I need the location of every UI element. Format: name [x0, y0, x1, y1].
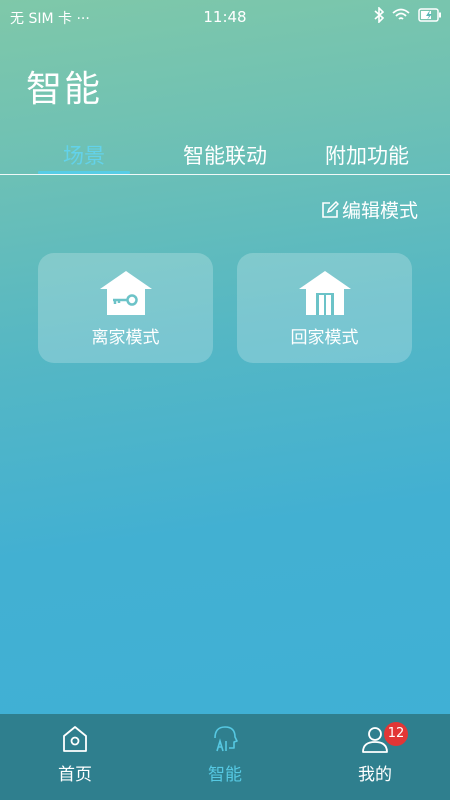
- nav-label: 智能: [208, 765, 242, 785]
- status-bar: 无 SIM 卡 ··· 11:48: [0, 0, 450, 32]
- bluetooth-icon: [374, 7, 384, 23]
- page-title: 智能: [26, 69, 103, 110]
- edit-mode-button[interactable]: 编辑模式: [321, 196, 418, 223]
- tab-bar: 场景 智能联动 附加功能: [0, 140, 450, 176]
- home-icon: [63, 726, 87, 752]
- ai-icon: [214, 726, 238, 752]
- tab-smart-linkage[interactable]: 智能联动: [170, 140, 280, 174]
- scene-card-return-home[interactable]: 回家模式: [237, 253, 412, 363]
- nav-label: 首页: [58, 765, 92, 785]
- house-door-icon: [299, 271, 351, 315]
- nav-home[interactable]: 首页: [0, 714, 150, 800]
- notification-badge: 12: [384, 722, 408, 746]
- nav-mine[interactable]: 12 我的: [300, 714, 450, 800]
- tab-additional-features[interactable]: 附加功能: [312, 140, 422, 174]
- nav-label: 我的: [358, 765, 392, 785]
- wifi-icon: [392, 8, 410, 20]
- edit-icon: [322, 200, 339, 218]
- bottom-nav: 首页 智能 12 我的: [0, 714, 450, 800]
- scene-label: 离家模式: [91, 328, 160, 348]
- house-key-icon: [100, 271, 152, 315]
- tab-scenes[interactable]: 场景: [34, 140, 134, 174]
- status-icons: [374, 7, 442, 23]
- edit-mode-label: 编辑模式: [341, 200, 418, 222]
- tabs-divider: [0, 174, 450, 175]
- scene-card-leave-home[interactable]: 离家模式: [38, 253, 213, 363]
- battery-charging-icon: [418, 8, 441, 22]
- scene-label: 回家模式: [290, 328, 359, 348]
- nav-smart[interactable]: 智能: [150, 714, 300, 800]
